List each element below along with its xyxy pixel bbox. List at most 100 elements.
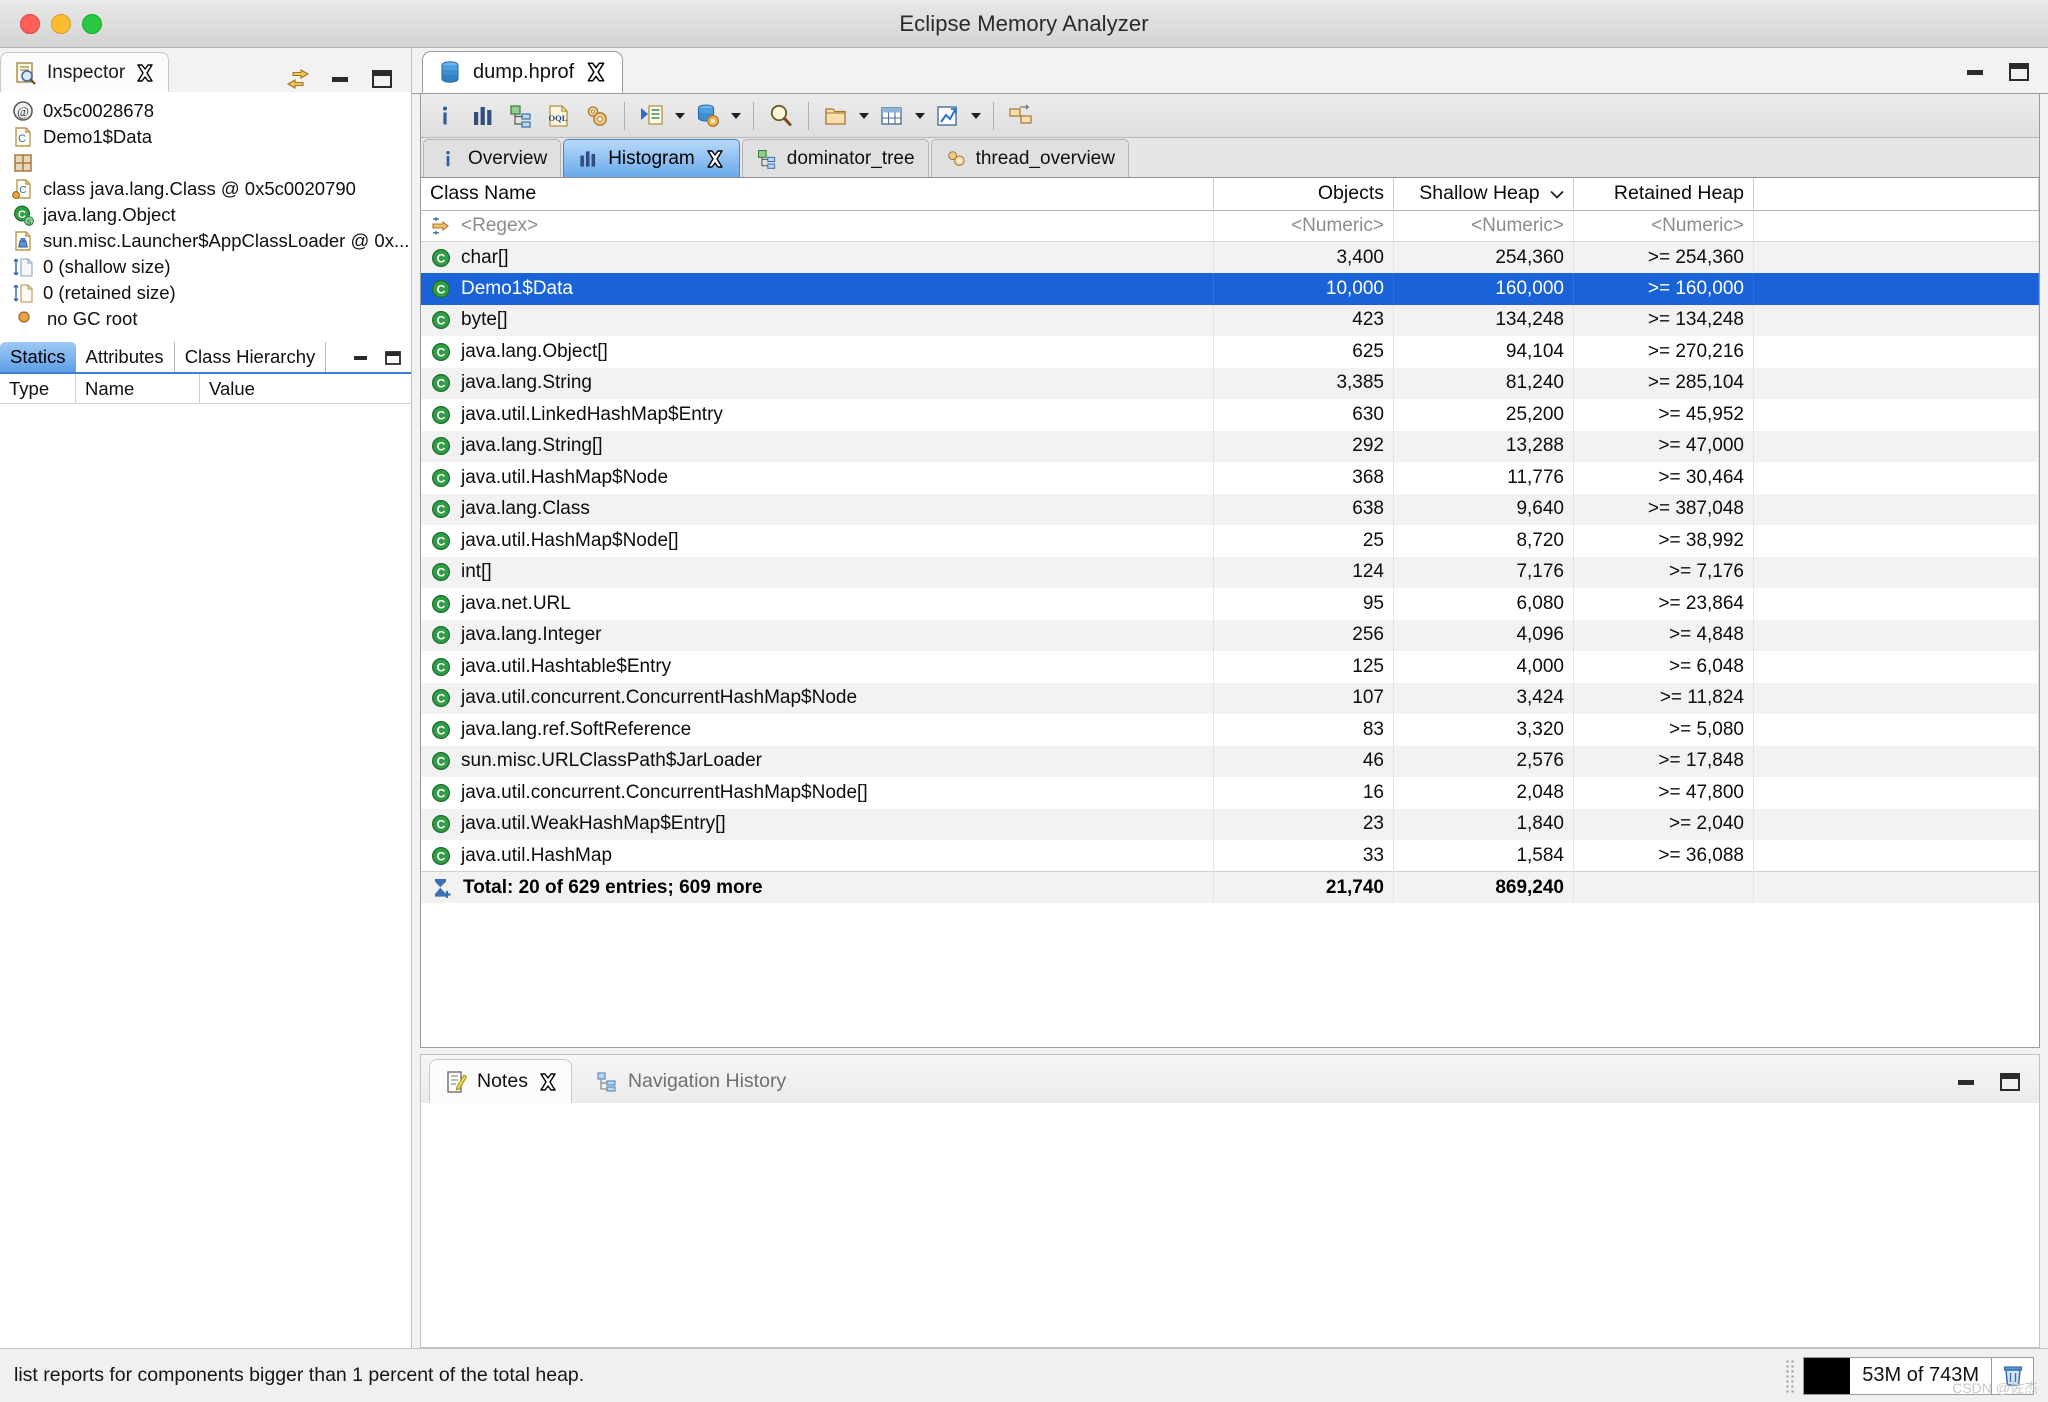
histogram-table-container[interactable]: Class Name Objects Shallow Heap Retained	[421, 178, 2039, 1047]
table-row[interactable]: Cjava.lang.ref.SoftReference 83 3,320 >= 5,…	[421, 714, 2039, 746]
chevron-down-icon[interactable]	[728, 98, 744, 134]
export-table-button[interactable]	[874, 98, 910, 134]
column-header-class-name[interactable]: Class Name	[421, 178, 1214, 211]
chevron-down-icon[interactable]	[912, 98, 928, 134]
table-row[interactable]: Cjava.util.LinkedHashMap$Entry 630 25,200 >…	[421, 399, 2039, 431]
table-row[interactable]: Cint[] 124 7,176 >= 7,176	[421, 556, 2039, 588]
overview-info-button[interactable]	[427, 98, 463, 134]
column-header-type[interactable]: Type	[0, 374, 76, 403]
oql-button[interactable]: OQL	[541, 98, 577, 134]
chevron-down-icon[interactable]	[856, 98, 872, 134]
inspector-row-label: sun.misc.Launcher$AppClassLoader @ 0x...	[43, 230, 410, 251]
table-row[interactable]: Cjava.util.Hashtable$Entry 125 4,000 >= 6,0…	[421, 651, 2039, 683]
close-icon[interactable]	[704, 148, 726, 170]
column-header-objects[interactable]: Objects	[1213, 178, 1394, 211]
filter-cell-class-name[interactable]: <Regex>	[421, 210, 1214, 242]
tab-overview[interactable]: Overview	[423, 139, 562, 177]
editor-controls	[1962, 59, 2048, 93]
column-header-retained-heap[interactable]: Retained Heap	[1573, 178, 1754, 211]
tab-histogram[interactable]: Histogram	[563, 139, 740, 177]
filter-row[interactable]: <Regex> <Numeric> <Numeric> <Numeric>	[421, 210, 2039, 242]
run-query-button[interactable]	[634, 98, 670, 134]
inspector-row[interactable]: C class java.lang.Class @ 0x5c0020790	[0, 176, 411, 202]
bottom-panel-tab-bar: Notes Navigation History	[421, 1055, 2039, 1103]
tab-attributes[interactable]: Attributes	[76, 342, 175, 372]
close-icon[interactable]	[134, 62, 156, 84]
column-header-name[interactable]: Name	[76, 374, 200, 403]
find-button[interactable]	[763, 98, 799, 134]
compare-snapshot-button[interactable]	[1003, 98, 1039, 134]
minimize-icon[interactable]	[351, 348, 371, 368]
inspector-row[interactable]: 0 (retained size)	[0, 280, 411, 306]
column-header-value[interactable]: Value	[200, 374, 411, 403]
minimize-icon[interactable]	[1953, 1069, 1979, 1095]
table-row[interactable]: Cjava.lang.Integer 256 4,096 >= 4,848	[421, 619, 2039, 651]
table-row[interactable]: Cjava.net.URL 95 6,080 >= 23,864	[421, 588, 2039, 620]
editor-tab-dump-hprof[interactable]: dump.hprof	[422, 51, 624, 93]
table-row[interactable]: Csun.misc.URLClassPath$JarLoader 46 2,576 >…	[421, 745, 2039, 777]
tab-inspector[interactable]: Inspector	[0, 52, 170, 92]
maximize-button[interactable]	[82, 13, 102, 34]
table-row[interactable]: Cjava.util.WeakHashMap$Entry[] 23 1,840 >= …	[421, 808, 2039, 840]
close-icon[interactable]	[584, 60, 608, 84]
table-row[interactable]: Cjava.lang.String 3,385 81,240 >= 285,104	[421, 367, 2039, 399]
close-icon[interactable]	[537, 1071, 559, 1093]
maximize-icon[interactable]	[383, 348, 403, 368]
table-row[interactable]: Cjava.lang.String[] 292 13,288 >= 47,000	[421, 430, 2039, 462]
cell-spacer	[1753, 777, 2039, 809]
table-row[interactable]: Cjava.lang.Object[] 625 94,104 >= 270,216	[421, 336, 2039, 368]
minimize-icon[interactable]	[327, 66, 353, 92]
table-row[interactable]: Cjava.util.concurrent.ConcurrentHashMap$…	[421, 682, 2039, 714]
calculate-retained-size-button[interactable]	[579, 98, 615, 134]
total-row[interactable]: Total: 20 of 629 entries; 609 more 21,740…	[421, 871, 2039, 903]
notes-content-area[interactable]	[421, 1103, 2039, 1347]
inspector-row[interactable]: C Demo1$Data	[0, 124, 411, 150]
open-heap-dump-query-button[interactable]	[690, 98, 726, 134]
filter-cell-objects[interactable]: <Numeric>	[1213, 210, 1394, 242]
filter-cell-retained[interactable]: <Numeric>	[1573, 210, 1754, 242]
cell-retained-heap: >= 30,464	[1573, 462, 1754, 494]
inspector-row[interactable]: @ 0x5c0028678	[0, 98, 411, 124]
maximize-icon[interactable]	[1997, 1069, 2023, 1095]
table-row[interactable]: Cjava.util.HashMap$Node 368 11,776 >= 30,46…	[421, 462, 2039, 494]
cell-objects: 124	[1213, 556, 1394, 588]
minimize-button[interactable]	[51, 13, 71, 34]
inspector-row[interactable]	[0, 150, 411, 176]
minimize-icon[interactable]	[1962, 59, 1988, 85]
close-button[interactable]	[20, 13, 40, 34]
group-by-button[interactable]	[818, 98, 854, 134]
inspector-row[interactable]: C S java.lang.Object	[0, 202, 411, 228]
cell-class-name: C Demo1$Data	[421, 273, 1214, 305]
chevron-down-icon[interactable]	[968, 98, 984, 134]
histogram-button[interactable]	[465, 98, 501, 134]
link-with-editor-icon[interactable]	[285, 66, 311, 92]
maximize-icon[interactable]	[2006, 59, 2032, 85]
table-row[interactable]: Cbyte[] 423 134,248 >= 134,248	[421, 304, 2039, 336]
table-row[interactable]: C Demo1$Data 10,000 160,000 >= 160,000	[421, 273, 2039, 305]
table-row[interactable]: Cjava.util.HashMap$Node[] 25 8,720 >= 38,99…	[421, 525, 2039, 557]
regex-filter-icon	[430, 215, 452, 237]
thread-overview-icon	[945, 148, 967, 170]
column-header-shallow-heap[interactable]: Shallow Heap	[1393, 178, 1574, 211]
export-chart-button[interactable]	[930, 98, 966, 134]
tab-class-hierarchy[interactable]: Class Hierarchy	[175, 342, 327, 372]
inspector-row[interactable]: sun.misc.Launcher$AppClassLoader @ 0x...	[0, 228, 411, 254]
tab-dominator-tree[interactable]: dominator_tree	[741, 139, 929, 177]
maximize-icon[interactable]	[369, 66, 395, 92]
table-row[interactable]: Cjava.util.concurrent.ConcurrentHashMap$…	[421, 777, 2039, 809]
heap-dump-icon	[437, 59, 463, 85]
tab-thread-overview[interactable]: thread_overview	[930, 139, 1129, 177]
table-row[interactable]: Cchar[] 3,400 254,360 >= 254,360	[421, 241, 2039, 273]
svg-text:C: C	[437, 692, 446, 706]
table-row[interactable]: Cjava.lang.Class 638 9,640 >= 387,048	[421, 493, 2039, 525]
table-row[interactable]: Cjava.util.HashMap 33 1,584 >= 36,088	[421, 840, 2039, 872]
chevron-down-icon[interactable]	[672, 98, 688, 134]
inspector-row[interactable]: 0 (shallow size)	[0, 254, 411, 280]
inspector-row[interactable]: no GC root	[0, 306, 411, 332]
tab-navigation-history[interactable]: Navigation History	[580, 1059, 799, 1103]
filter-cell-shallow[interactable]: <Numeric>	[1393, 210, 1574, 242]
tab-statics[interactable]: Statics	[0, 342, 76, 372]
dominator-tree-button[interactable]	[503, 98, 539, 134]
tab-notes[interactable]: Notes	[429, 1059, 572, 1103]
resize-grip-icon[interactable]	[1785, 1358, 1796, 1393]
